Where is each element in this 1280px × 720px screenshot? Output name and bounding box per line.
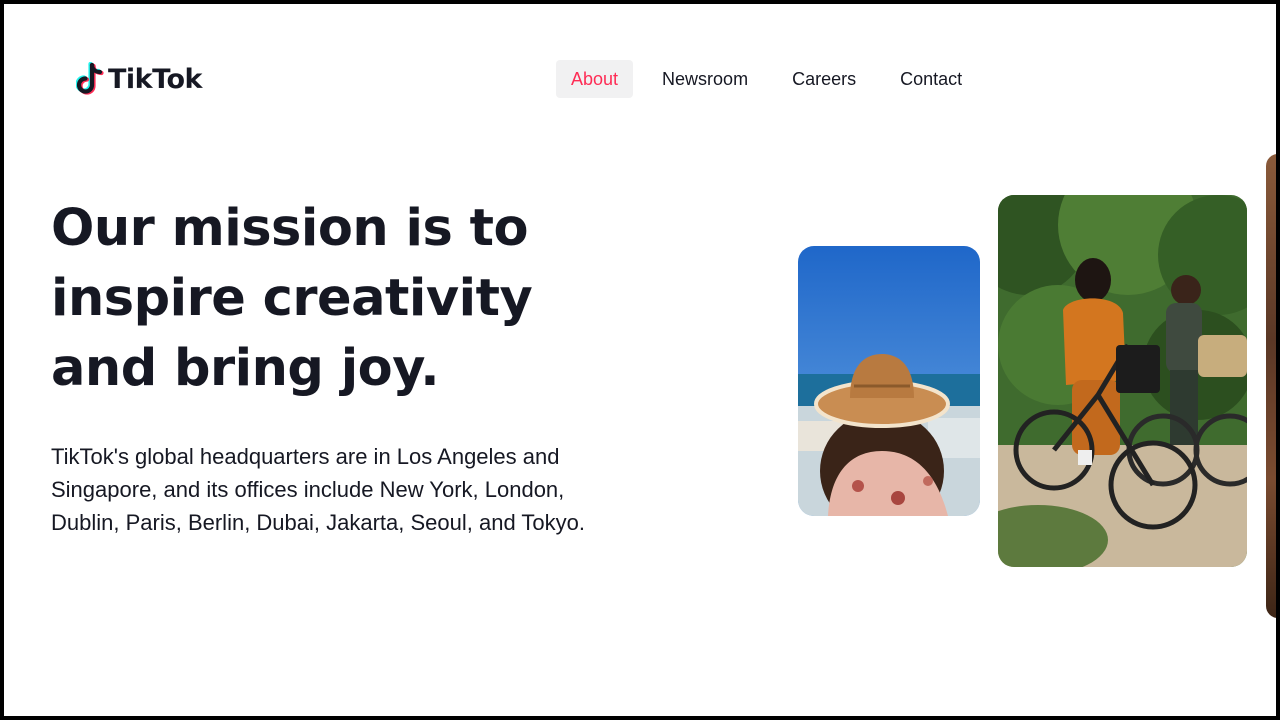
nav-newsroom[interactable]: Newsroom <box>647 60 763 98</box>
tiktok-logo[interactable]: TikTok <box>76 62 202 96</box>
nav-about[interactable]: About <box>556 60 634 98</box>
photo-woman-in-sun-hat <box>798 246 980 516</box>
page: TikTok About Newsroom Careers Contact Ou… <box>4 4 1276 716</box>
mission-headline: Our mission is to inspire creativity and… <box>51 199 533 398</box>
headquarters-description: TikTok's global headquarters are in Los … <box>51 444 585 535</box>
logo-wordmark: TikTok <box>108 63 202 95</box>
main-nav: About Newsroom Careers Contact <box>556 60 991 98</box>
nav-contact[interactable]: Contact <box>885 60 977 98</box>
nav-careers[interactable]: Careers <box>777 60 871 98</box>
tiktok-note-icon <box>76 62 106 96</box>
photo-partial-edge <box>1266 154 1276 618</box>
photo-women-cycling <box>998 195 1247 567</box>
